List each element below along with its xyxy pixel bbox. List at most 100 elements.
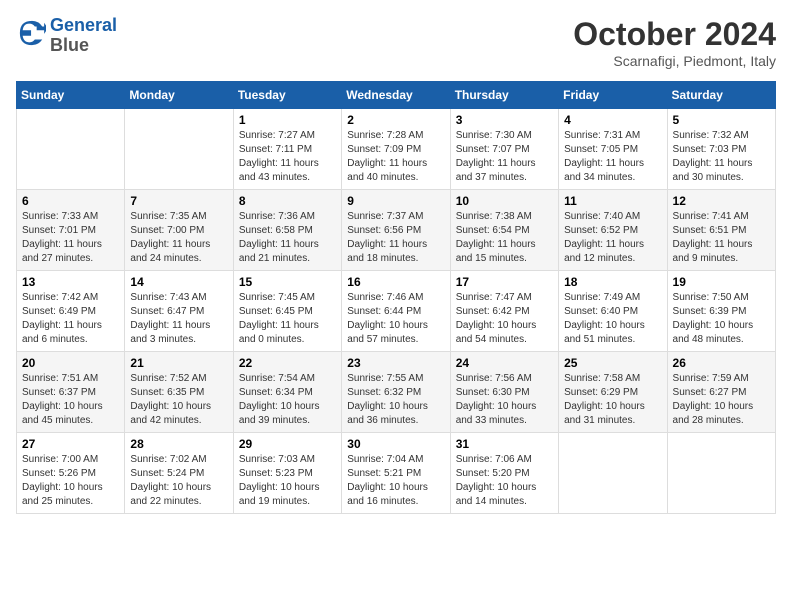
calendar-cell: 20 Sunrise: 7:51 AMSunset: 6:37 PMDayligh… bbox=[17, 352, 125, 433]
day-number: 11 bbox=[564, 194, 661, 208]
day-info: Sunrise: 7:43 AMSunset: 6:47 PMDaylight:… bbox=[130, 291, 227, 347]
logo-icon bbox=[18, 19, 46, 47]
header-saturday: Saturday bbox=[667, 82, 775, 109]
day-number: 13 bbox=[22, 275, 119, 289]
calendar-cell: 11 Sunrise: 7:40 AMSunset: 6:52 PMDayligh… bbox=[559, 190, 667, 271]
day-number: 22 bbox=[239, 356, 336, 370]
header-tuesday: Tuesday bbox=[233, 82, 341, 109]
day-info: Sunrise: 7:59 AMSunset: 6:27 PMDaylight:… bbox=[673, 372, 770, 428]
day-number: 19 bbox=[673, 275, 770, 289]
month-title: October 2024 bbox=[573, 16, 776, 53]
calendar-cell bbox=[559, 433, 667, 514]
day-number: 7 bbox=[130, 194, 227, 208]
day-info: Sunrise: 7:56 AMSunset: 6:30 PMDaylight:… bbox=[456, 372, 553, 428]
day-info: Sunrise: 7:58 AMSunset: 6:29 PMDaylight:… bbox=[564, 372, 661, 428]
day-number: 28 bbox=[130, 437, 227, 451]
calendar-cell bbox=[17, 109, 125, 190]
logo-text: General Blue bbox=[50, 16, 117, 56]
day-number: 30 bbox=[347, 437, 444, 451]
calendar-cell: 14 Sunrise: 7:43 AMSunset: 6:47 PMDayligh… bbox=[125, 271, 233, 352]
day-info: Sunrise: 7:27 AMSunset: 7:11 PMDaylight:… bbox=[239, 129, 336, 185]
calendar-cell bbox=[125, 109, 233, 190]
calendar-cell: 7 Sunrise: 7:35 AMSunset: 7:00 PMDaylight… bbox=[125, 190, 233, 271]
day-info: Sunrise: 7:54 AMSunset: 6:34 PMDaylight:… bbox=[239, 372, 336, 428]
header-wednesday: Wednesday bbox=[342, 82, 450, 109]
day-info: Sunrise: 7:50 AMSunset: 6:39 PMDaylight:… bbox=[673, 291, 770, 347]
location-subtitle: Scarnafigi, Piedmont, Italy bbox=[573, 53, 776, 69]
day-info: Sunrise: 7:35 AMSunset: 7:00 PMDaylight:… bbox=[130, 210, 227, 266]
calendar-cell: 6 Sunrise: 7:33 AMSunset: 7:01 PMDaylight… bbox=[17, 190, 125, 271]
day-number: 23 bbox=[347, 356, 444, 370]
calendar-cell: 19 Sunrise: 7:50 AMSunset: 6:39 PMDayligh… bbox=[667, 271, 775, 352]
calendar-week-4: 27 Sunrise: 7:00 AMSunset: 5:26 PMDayligh… bbox=[17, 433, 776, 514]
day-info: Sunrise: 7:42 AMSunset: 6:49 PMDaylight:… bbox=[22, 291, 119, 347]
calendar-cell: 18 Sunrise: 7:49 AMSunset: 6:40 PMDayligh… bbox=[559, 271, 667, 352]
day-info: Sunrise: 7:32 AMSunset: 7:03 PMDaylight:… bbox=[673, 129, 770, 185]
logo-line1: General bbox=[50, 15, 117, 35]
calendar-cell: 4Sunrise: 7:31 AMSunset: 7:05 PMDaylight… bbox=[559, 109, 667, 190]
day-info: Sunrise: 7:40 AMSunset: 6:52 PMDaylight:… bbox=[564, 210, 661, 266]
day-number: 5 bbox=[673, 113, 770, 127]
day-number: 24 bbox=[456, 356, 553, 370]
calendar-cell: 9 Sunrise: 7:37 AMSunset: 6:56 PMDaylight… bbox=[342, 190, 450, 271]
calendar-cell: 28Sunrise: 7:02 AMSunset: 5:24 PMDayligh… bbox=[125, 433, 233, 514]
day-info: Sunrise: 7:49 AMSunset: 6:40 PMDaylight:… bbox=[564, 291, 661, 347]
calendar-table: SundayMondayTuesdayWednesdayThursdayFrid… bbox=[16, 81, 776, 514]
day-number: 26 bbox=[673, 356, 770, 370]
calendar-cell: 31 Sunrise: 7:06 AMSunset: 5:20 PMDayligh… bbox=[450, 433, 558, 514]
calendar-cell: 25Sunrise: 7:58 AMSunset: 6:29 PMDayligh… bbox=[559, 352, 667, 433]
calendar-cell: 21Sunrise: 7:52 AMSunset: 6:35 PMDayligh… bbox=[125, 352, 233, 433]
day-info: Sunrise: 7:03 AMSunset: 5:23 PMDaylight:… bbox=[239, 453, 336, 509]
day-info: Sunrise: 7:41 AMSunset: 6:51 PMDaylight:… bbox=[673, 210, 770, 266]
day-info: Sunrise: 7:33 AMSunset: 7:01 PMDaylight:… bbox=[22, 210, 119, 266]
calendar-week-1: 6 Sunrise: 7:33 AMSunset: 7:01 PMDaylight… bbox=[17, 190, 776, 271]
day-number: 31 bbox=[456, 437, 553, 451]
day-number: 8 bbox=[239, 194, 336, 208]
day-info: Sunrise: 7:00 AMSunset: 5:26 PMDaylight:… bbox=[22, 453, 119, 509]
header-sunday: Sunday bbox=[17, 82, 125, 109]
header-monday: Monday bbox=[125, 82, 233, 109]
calendar-cell: 15Sunrise: 7:45 AMSunset: 6:45 PMDayligh… bbox=[233, 271, 341, 352]
logo: General Blue bbox=[16, 16, 117, 56]
day-info: Sunrise: 7:36 AMSunset: 6:58 PMDaylight:… bbox=[239, 210, 336, 266]
day-number: 20 bbox=[22, 356, 119, 370]
calendar-cell: 17 Sunrise: 7:47 AMSunset: 6:42 PMDayligh… bbox=[450, 271, 558, 352]
day-info: Sunrise: 7:55 AMSunset: 6:32 PMDaylight:… bbox=[347, 372, 444, 428]
day-number: 29 bbox=[239, 437, 336, 451]
calendar-cell: 12 Sunrise: 7:41 AMSunset: 6:51 PMDayligh… bbox=[667, 190, 775, 271]
calendar-cell: 24 Sunrise: 7:56 AMSunset: 6:30 PMDayligh… bbox=[450, 352, 558, 433]
day-number: 14 bbox=[130, 275, 227, 289]
title-block: October 2024 Scarnafigi, Piedmont, Italy bbox=[573, 16, 776, 69]
day-number: 6 bbox=[22, 194, 119, 208]
header-thursday: Thursday bbox=[450, 82, 558, 109]
day-info: Sunrise: 7:46 AMSunset: 6:44 PMDaylight:… bbox=[347, 291, 444, 347]
day-number: 9 bbox=[347, 194, 444, 208]
calendar-cell: 26 Sunrise: 7:59 AMSunset: 6:27 PMDayligh… bbox=[667, 352, 775, 433]
calendar-cell: 16 Sunrise: 7:46 AMSunset: 6:44 PMDayligh… bbox=[342, 271, 450, 352]
day-info: Sunrise: 7:51 AMSunset: 6:37 PMDaylight:… bbox=[22, 372, 119, 428]
calendar-cell: 30Sunrise: 7:04 AMSunset: 5:21 PMDayligh… bbox=[342, 433, 450, 514]
calendar-cell: 29 Sunrise: 7:03 AMSunset: 5:23 PMDayligh… bbox=[233, 433, 341, 514]
day-number: 17 bbox=[456, 275, 553, 289]
day-info: Sunrise: 7:06 AMSunset: 5:20 PMDaylight:… bbox=[456, 453, 553, 509]
day-number: 10 bbox=[456, 194, 553, 208]
page-header: General Blue October 2024 Scarnafigi, Pi… bbox=[16, 16, 776, 69]
calendar-cell: 3Sunrise: 7:30 AMSunset: 7:07 PMDaylight… bbox=[450, 109, 558, 190]
day-number: 1 bbox=[239, 113, 336, 127]
day-info: Sunrise: 7:38 AMSunset: 6:54 PMDaylight:… bbox=[456, 210, 553, 266]
day-info: Sunrise: 7:47 AMSunset: 6:42 PMDaylight:… bbox=[456, 291, 553, 347]
day-number: 15 bbox=[239, 275, 336, 289]
calendar-cell bbox=[667, 433, 775, 514]
day-number: 12 bbox=[673, 194, 770, 208]
calendar-cell: 27 Sunrise: 7:00 AMSunset: 5:26 PMDayligh… bbox=[17, 433, 125, 514]
day-info: Sunrise: 7:37 AMSunset: 6:56 PMDaylight:… bbox=[347, 210, 444, 266]
calendar-cell: 23 Sunrise: 7:55 AMSunset: 6:32 PMDayligh… bbox=[342, 352, 450, 433]
header-row: SundayMondayTuesdayWednesdayThursdayFrid… bbox=[17, 82, 776, 109]
day-info: Sunrise: 7:31 AMSunset: 7:05 PMDaylight:… bbox=[564, 129, 661, 185]
header-friday: Friday bbox=[559, 82, 667, 109]
day-number: 18 bbox=[564, 275, 661, 289]
calendar-cell: 5 Sunrise: 7:32 AMSunset: 7:03 PMDaylight… bbox=[667, 109, 775, 190]
day-number: 27 bbox=[22, 437, 119, 451]
day-number: 16 bbox=[347, 275, 444, 289]
calendar-week-0: 1 Sunrise: 7:27 AMSunset: 7:11 PMDaylight… bbox=[17, 109, 776, 190]
